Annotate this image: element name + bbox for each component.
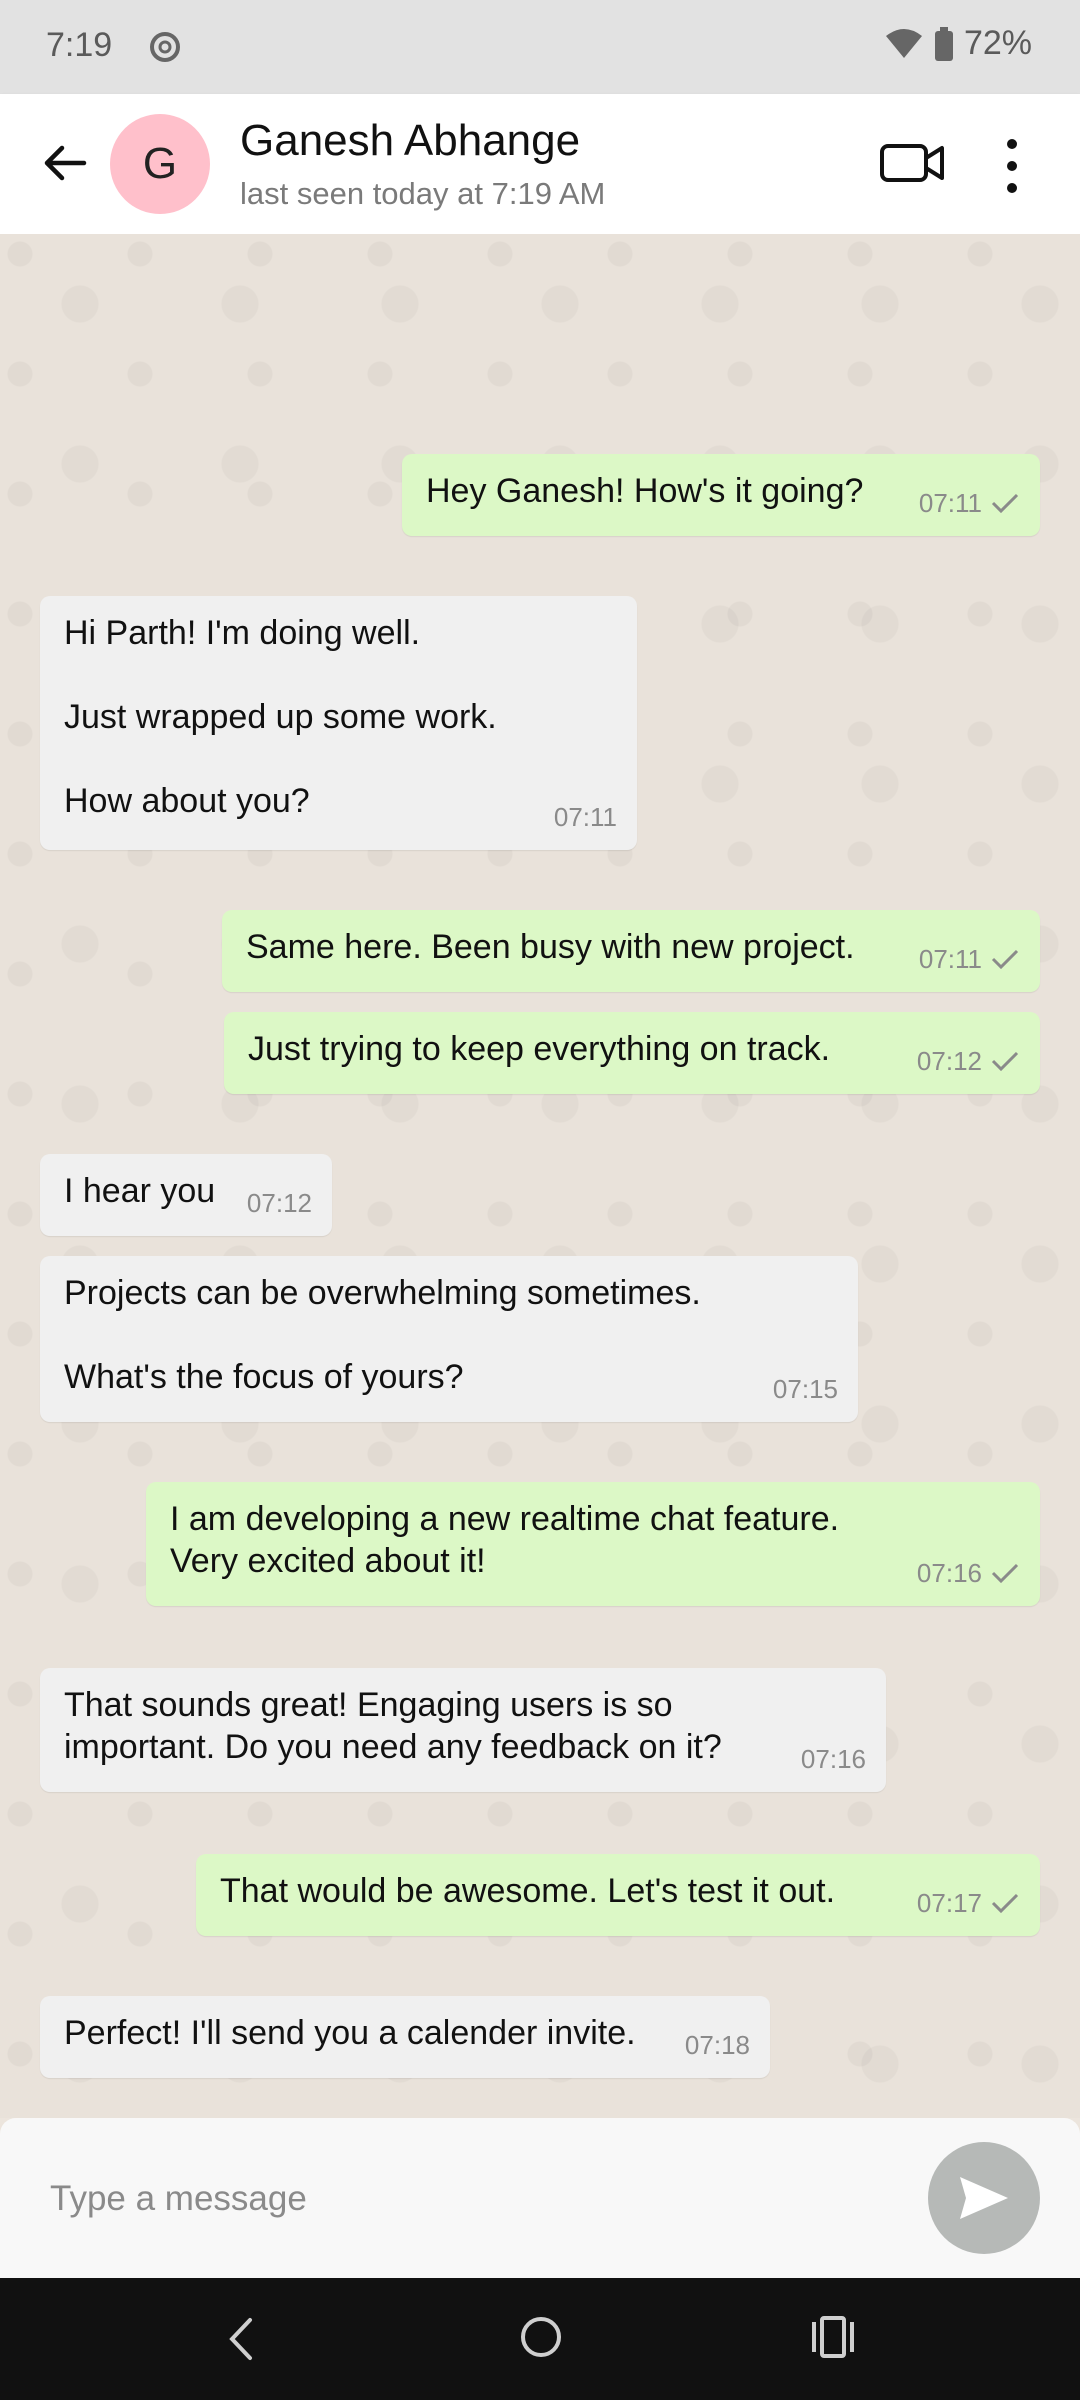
message-text: That would be awesome. Let's test it out… xyxy=(220,1872,836,1910)
message-bubble-outgoing[interactable]: Just trying to keep everything on track.… xyxy=(224,1012,1040,1094)
message-meta: 07:15 xyxy=(773,1368,838,1410)
message-text: That sounds great! Engaging users is so … xyxy=(64,1686,722,1766)
message-composer xyxy=(0,2118,1080,2278)
message-text: Hey Ganesh! How's it going? xyxy=(426,472,864,510)
message-bubble-outgoing[interactable]: Hey Ganesh! How's it going? 07:11 xyxy=(402,454,1040,536)
message-meta: 07:11 xyxy=(919,482,1020,524)
message-time: 07:17 xyxy=(916,1888,982,1918)
video-call-icon[interactable] xyxy=(878,138,948,188)
settings-ring-icon xyxy=(150,32,180,62)
chat-header: G Ganesh Abhange last seen today at 7:19… xyxy=(0,94,1080,234)
sent-check-icon xyxy=(991,1563,1019,1584)
message-bubble-incoming[interactable]: Perfect! I'll send you a calender invite… xyxy=(40,1996,770,2078)
sent-check-icon xyxy=(991,1893,1019,1914)
chat-messages[interactable]: Hey Ganesh! How's it going? 07:11 Hi Par… xyxy=(0,234,1080,2118)
last-seen-status: last seen today at 7:19 AM xyxy=(240,176,606,211)
message-bubble-outgoing[interactable]: That would be awesome. Let's test it out… xyxy=(196,1854,1040,1936)
message-meta: 07:12 xyxy=(917,1040,1020,1082)
nav-recents-icon[interactable] xyxy=(808,2314,858,2360)
message-text: I am developing a new realtime chat feat… xyxy=(170,1500,840,1580)
message-text: Same here. Been busy with new project. xyxy=(246,928,855,966)
status-bar: 7:19 72% xyxy=(0,0,1080,94)
message-time: 07:12 xyxy=(916,1046,982,1076)
message-meta: 07:11 xyxy=(554,796,617,838)
message-time: 07:16 xyxy=(800,1744,866,1774)
message-text: Projects can be overwhelming sometimes. … xyxy=(64,1274,701,1396)
message-time: 07:11 xyxy=(553,802,617,832)
message-meta: 07:12 xyxy=(247,1182,312,1224)
system-nav-bar xyxy=(0,2278,1080,2400)
message-meta: 07:18 xyxy=(685,2024,750,2066)
send-button[interactable] xyxy=(928,2142,1040,2254)
message-text: Just trying to keep everything on track. xyxy=(248,1030,831,1068)
message-bubble-outgoing[interactable]: Same here. Been busy with new project. 0… xyxy=(222,910,1040,992)
battery-icon xyxy=(934,26,953,61)
more-options-icon[interactable] xyxy=(1000,138,1024,194)
message-text: Hi Parth! I'm doing well. Just wrapped u… xyxy=(64,614,497,820)
message-time: 07:15 xyxy=(772,1374,838,1404)
battery-percent: 72% xyxy=(963,24,1032,62)
status-time: 7:19 xyxy=(46,26,113,64)
send-icon xyxy=(960,2177,1008,2219)
message-meta: 07:16 xyxy=(917,1552,1020,1594)
nav-home-icon[interactable] xyxy=(518,2314,564,2360)
message-time: 07:18 xyxy=(684,2030,750,2060)
message-meta: 07:16 xyxy=(801,1738,866,1780)
message-time: 07:11 xyxy=(918,488,982,518)
nav-back-icon[interactable] xyxy=(220,2314,264,2364)
message-bubble-incoming[interactable]: Hi Parth! I'm doing well. Just wrapped u… xyxy=(40,596,637,850)
status-right: 72% xyxy=(884,24,1032,63)
sent-check-icon xyxy=(991,1051,1019,1072)
message-bubble-incoming[interactable]: I hear you 07:12 xyxy=(40,1154,332,1236)
wifi-icon xyxy=(885,28,922,58)
avatar[interactable]: G xyxy=(110,114,210,214)
message-text: I hear you xyxy=(64,1172,216,1210)
message-bubble-incoming[interactable]: Projects can be overwhelming sometimes. … xyxy=(40,1256,858,1422)
message-time: 07:11 xyxy=(918,944,982,974)
back-arrow-icon[interactable] xyxy=(40,138,90,188)
message-meta: 07:11 xyxy=(919,938,1020,980)
message-input[interactable] xyxy=(48,2166,912,2232)
sent-check-icon xyxy=(991,493,1019,514)
message-bubble-incoming[interactable]: That sounds great! Engaging users is so … xyxy=(40,1668,886,1792)
message-bubble-outgoing[interactable]: I am developing a new realtime chat feat… xyxy=(146,1482,1040,1606)
contact-name[interactable]: Ganesh Abhange xyxy=(240,116,580,166)
message-time: 07:16 xyxy=(916,1558,982,1588)
message-meta: 07:17 xyxy=(917,1882,1020,1924)
sent-check-icon xyxy=(991,949,1019,970)
message-text: Perfect! I'll send you a calender invite… xyxy=(64,2014,636,2052)
message-time: 07:12 xyxy=(246,1188,312,1218)
